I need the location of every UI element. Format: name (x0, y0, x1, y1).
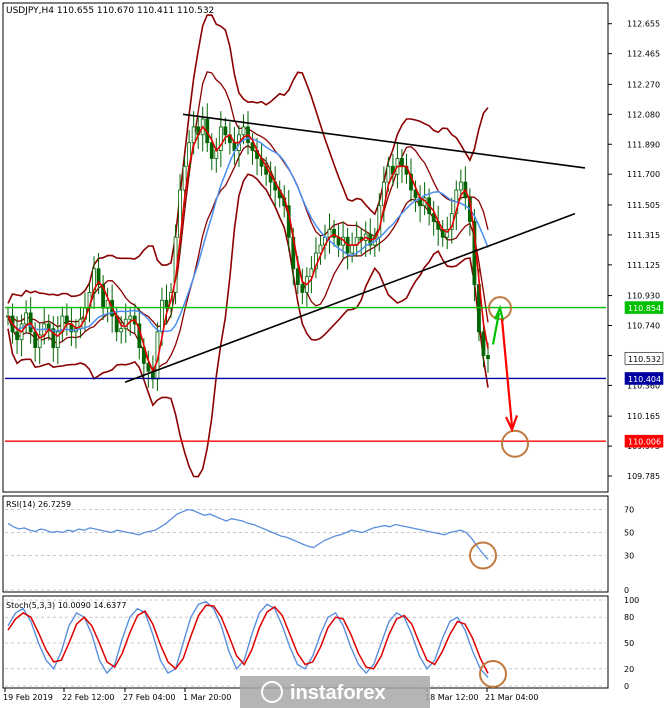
price-label-text: 110.006 (628, 438, 661, 447)
candle-body (128, 315, 133, 320)
time-tick-label: 27 Feb 04:00 (123, 693, 175, 702)
main-panel (2, 2, 609, 493)
candle-body (64, 315, 69, 325)
stoch-title: Stoch(5,3,3) 10.0090 14.6377 (6, 601, 126, 610)
candle-body (486, 355, 490, 360)
candle-body (481, 331, 486, 356)
candle-body (350, 244, 355, 254)
price-tick-label: 112.080 (627, 110, 660, 119)
rsi-axis: 70 50 30 0 (624, 506, 634, 596)
chart-canvas: ▼ 112.655112.465112.270112.080111.890111… (2, 2, 664, 708)
price-tick-label: 112.270 (627, 80, 660, 89)
time-tick-label: 18 Mar 12:00 (425, 693, 478, 702)
time-tick-label: 22 Feb 12:00 (62, 693, 114, 702)
rsi-panel (2, 495, 609, 593)
rsi-tick-label: 50 (624, 529, 634, 538)
time-tick-label: 21 Mar 04:00 (485, 693, 538, 702)
candle-body (400, 158, 404, 167)
price-label-text: 110.854 (628, 304, 661, 313)
candle-body (24, 312, 29, 325)
rsi-tick-label: 70 (624, 506, 634, 515)
stoch-tick-label: 100 (624, 596, 639, 605)
candle-body (223, 126, 228, 136)
price-tick-label: 111.505 (627, 201, 660, 210)
candle-body (386, 165, 391, 183)
time-tick-label: 1 Mar 20:00 (183, 693, 231, 702)
rsi-title: RSI(14) 26.7259 (6, 500, 71, 509)
stoch-tick-label: 0 (624, 682, 629, 691)
stoch-tick-label: 80 (624, 613, 634, 622)
price-tick-label: 110.930 (627, 292, 660, 301)
time-tick-label: 19 Feb 2019 (3, 693, 53, 702)
price-axis: 112.655 112.465 112.270 112.080 111.890 111.7… (608, 20, 664, 481)
price-tick-label: 111.700 (627, 170, 660, 179)
price-tick-label: 111.315 (627, 231, 660, 240)
stoch-axis: 100 80 50 20 0 (624, 596, 639, 691)
candle-body (241, 126, 246, 136)
price-tick-label: 111.890 (627, 140, 660, 149)
candle-body (15, 331, 19, 341)
candle-body (46, 323, 51, 330)
watermark-text: instaforex (290, 682, 386, 704)
candle-body (119, 328, 124, 333)
price-tick-label: 110.740 (627, 322, 660, 331)
rsi-tick-label: 0 (624, 586, 629, 595)
candle-body (209, 142, 214, 159)
candle-body (300, 284, 305, 293)
stoch-tick-label: 20 (624, 665, 634, 674)
price-tick-label: 112.655 (627, 20, 660, 29)
price-tick-label: 109.785 (627, 472, 660, 481)
candle-body (458, 181, 463, 191)
candle-body (33, 331, 38, 348)
price-tick-label: 112.465 (627, 50, 660, 59)
price-label-text: 110.532 (628, 355, 661, 364)
stoch-tick-label: 50 (624, 639, 634, 648)
price-tick-label: 111.125 (627, 261, 660, 270)
rsi-tick-label: 30 (624, 552, 634, 561)
candle-body (191, 126, 196, 144)
chart-title: USDJPY,H4 110.655 110.670 110.411 110.53… (6, 6, 214, 16)
price-tick-label: 110.165 (627, 412, 660, 421)
candle-body (160, 299, 164, 333)
price-label-text: 110.404 (628, 375, 661, 384)
